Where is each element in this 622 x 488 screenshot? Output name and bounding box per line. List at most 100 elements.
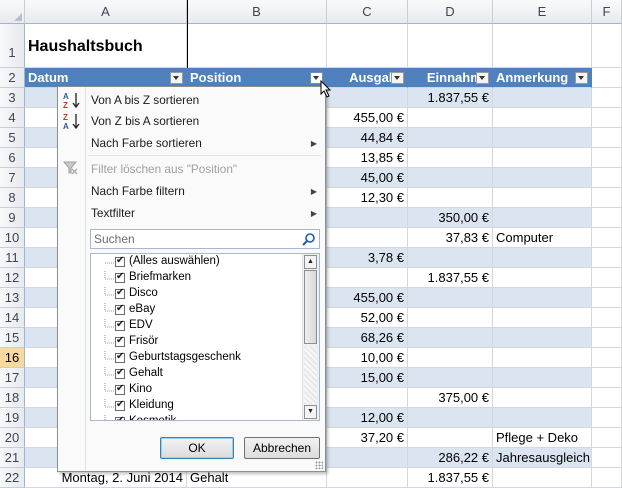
cell-d6[interactable]: [408, 148, 493, 168]
cell-d5[interactable]: [408, 128, 493, 148]
cell-c22[interactable]: [327, 468, 408, 488]
scroll-down-button[interactable]: ▼: [304, 405, 317, 419]
cell-f1[interactable]: [592, 24, 622, 68]
row-header-7[interactable]: 7: [0, 168, 25, 188]
checkbox-checked[interactable]: [115, 287, 125, 299]
list-item[interactable]: Kleidung: [95, 399, 285, 415]
cell-a2[interactable]: Datum: [25, 68, 187, 88]
cell-f9[interactable]: [592, 208, 622, 228]
cell-c1[interactable]: [327, 24, 408, 68]
row-header-19[interactable]: 19: [0, 408, 25, 428]
cell-e5[interactable]: [493, 128, 592, 148]
row-header-4[interactable]: 4: [0, 108, 25, 128]
cell-c6[interactable]: 13,85 €: [327, 148, 408, 168]
filter-dropdown-button[interactable]: [391, 72, 404, 84]
cancel-button[interactable]: Abbrechen: [244, 437, 320, 459]
cell-f16[interactable]: [592, 348, 622, 368]
list-item[interactable]: (Alles auswählen): [95, 255, 285, 271]
list-item[interactable]: Briefmarken: [95, 271, 285, 287]
scroll-thumb[interactable]: [304, 270, 317, 344]
row-header-5[interactable]: 5: [0, 128, 25, 148]
cell-e18[interactable]: [493, 388, 592, 408]
cell-d15[interactable]: [408, 328, 493, 348]
ok-button[interactable]: OK: [160, 437, 234, 459]
filter-dropdown-button[interactable]: [575, 72, 588, 84]
cell-d8[interactable]: [408, 188, 493, 208]
row-header-16[interactable]: 16: [0, 348, 25, 368]
row-header-2[interactable]: 2: [0, 68, 25, 88]
cell-f17[interactable]: [592, 368, 622, 388]
cell-c3[interactable]: [327, 88, 408, 108]
cell-e16[interactable]: [493, 348, 592, 368]
checkbox-checked[interactable]: [115, 255, 125, 267]
row-header-3[interactable]: 3: [0, 88, 25, 108]
cell-c15[interactable]: 68,26 €: [327, 328, 408, 348]
list-item[interactable]: Kino: [95, 383, 285, 399]
cell-d2[interactable]: Einnahme: [408, 68, 493, 88]
cell-e22[interactable]: [493, 468, 592, 488]
cell-d9[interactable]: 350,00 €: [408, 208, 493, 228]
row-header-14[interactable]: 14: [0, 308, 25, 328]
cell-e3[interactable]: [493, 88, 592, 108]
cell-e14[interactable]: [493, 308, 592, 328]
list-item[interactable]: Geburtstagsgeschenk: [95, 351, 285, 367]
row-header-10[interactable]: 10: [0, 228, 25, 248]
column-header-b[interactable]: B: [187, 0, 327, 24]
cell-c9[interactable]: [327, 208, 408, 228]
cell-c17[interactable]: 15,00 €: [327, 368, 408, 388]
sort-by-color-item[interactable]: Nach Farbe sortieren: [91, 136, 202, 150]
cell-e17[interactable]: [493, 368, 592, 388]
cell-d11[interactable]: [408, 248, 493, 268]
cell-d7[interactable]: [408, 168, 493, 188]
row-header-1[interactable]: 1: [0, 24, 25, 68]
cell-f10[interactable]: [592, 228, 622, 248]
filter-dropdown-button[interactable]: [170, 72, 183, 84]
cell-f12[interactable]: [592, 268, 622, 288]
checkbox-checked[interactable]: [115, 335, 125, 347]
row-header-20[interactable]: 20: [0, 428, 25, 448]
column-header-a[interactable]: A: [25, 0, 187, 24]
cell-f6[interactable]: [592, 148, 622, 168]
cell-e21[interactable]: Jahresausgleich: [493, 448, 592, 468]
row-header-21[interactable]: 21: [0, 448, 25, 468]
cell-d19[interactable]: [408, 408, 493, 428]
checkbox-checked[interactable]: [115, 383, 125, 395]
select-all-corner[interactable]: [0, 0, 25, 24]
sort-a-to-z-item[interactable]: Von A bis Z sortieren: [91, 93, 199, 107]
cell-f21[interactable]: [592, 448, 622, 468]
row-header-17[interactable]: 17: [0, 368, 25, 388]
cell-e15[interactable]: [493, 328, 592, 348]
row-header-12[interactable]: 12: [0, 268, 25, 288]
cell-f15[interactable]: [592, 328, 622, 348]
cell-d17[interactable]: [408, 368, 493, 388]
cell-e2[interactable]: Anmerkung: [493, 68, 592, 88]
text-filter-item[interactable]: Textfilter: [91, 206, 135, 220]
cell-f20[interactable]: [592, 428, 622, 448]
cell-e19[interactable]: [493, 408, 592, 428]
row-header-11[interactable]: 11: [0, 248, 25, 268]
cell-c16[interactable]: 10,00 €: [327, 348, 408, 368]
cell-c7[interactable]: 45,00 €: [327, 168, 408, 188]
cell-c18[interactable]: [327, 388, 408, 408]
cell-f2[interactable]: [592, 68, 622, 88]
sort-z-to-a-item[interactable]: Von Z bis A sortieren: [91, 114, 199, 128]
search-input[interactable]: Suchen: [90, 229, 320, 249]
cell-c12[interactable]: [327, 268, 408, 288]
cell-c4[interactable]: 455,00 €: [327, 108, 408, 128]
cell-d3[interactable]: 1.837,55 €: [408, 88, 493, 108]
cell-d10[interactable]: 37,83 €: [408, 228, 493, 248]
cell-d22[interactable]: 1.837,55 €: [408, 468, 493, 488]
cell-f18[interactable]: [592, 388, 622, 408]
cell-e20[interactable]: Pflege + Deko: [493, 428, 592, 448]
cell-f3[interactable]: [592, 88, 622, 108]
column-header-c[interactable]: C: [327, 0, 408, 24]
cell-e11[interactable]: [493, 248, 592, 268]
resize-grip[interactable]: [315, 461, 323, 469]
cell-d13[interactable]: [408, 288, 493, 308]
filter-value-list[interactable]: ▲ ▼ (Alles auswählen) Briefmarken Disco eBa…: [90, 253, 320, 421]
cell-f4[interactable]: [592, 108, 622, 128]
row-header-6[interactable]: 6: [0, 148, 25, 168]
filter-dropdown-button[interactable]: [476, 72, 489, 84]
column-header-e[interactable]: E: [493, 0, 592, 24]
list-item[interactable]: eBay: [95, 303, 285, 319]
